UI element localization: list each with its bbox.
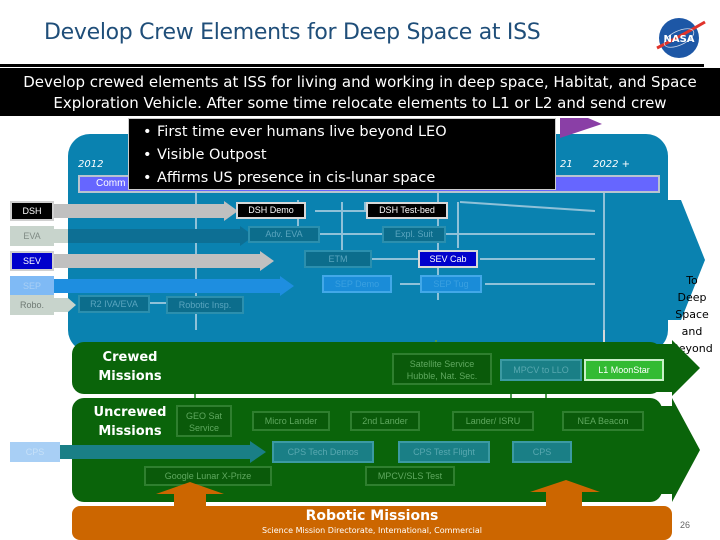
box-sep-demo: SEP Demo bbox=[322, 275, 392, 293]
box-r2-iva-eva: R2 IVA/EVA bbox=[78, 295, 150, 313]
up-arrow-orange-left-icon bbox=[156, 482, 224, 508]
sep-arrow-icon bbox=[54, 276, 294, 296]
page-number: 26 bbox=[680, 520, 691, 530]
satellite-service-line-2: Hubble, Nat. Sec. bbox=[406, 371, 478, 381]
box-robotic-insp: Robotic Insp. bbox=[166, 296, 244, 314]
box-cps-test-flight: CPS Test Flight bbox=[398, 441, 490, 463]
box-cps-tech-demos: CPS Tech Demos bbox=[272, 441, 374, 463]
dsh-arrow-icon bbox=[54, 201, 238, 221]
box-mpcv-sls-test: MPCV/SLS Test bbox=[365, 466, 455, 486]
box-satellite-service: Satellite Service Hubble, Nat. Sec. bbox=[392, 353, 492, 385]
crewed-label-line-1: Crewed bbox=[102, 350, 158, 365]
crewed-missions-label: Crewed Missions bbox=[80, 348, 180, 386]
uncrewed-label-line-1: Uncrewed bbox=[93, 405, 167, 420]
sev-arrow-icon bbox=[54, 251, 274, 271]
box-geo-sat-service: GEO Sat Service bbox=[176, 405, 232, 437]
box-dsh-demo: DSH Demo bbox=[236, 202, 306, 219]
eva-arrow-icon bbox=[54, 226, 254, 246]
up-arrow-orange-right-icon bbox=[530, 480, 600, 508]
callout-bullet-3: Affirms US presence in cis-lunar space bbox=[143, 167, 555, 190]
uncrewed-label-line-2: Missions bbox=[98, 424, 162, 439]
cps-arrow-icon bbox=[60, 441, 266, 463]
row-label-cps: CPS bbox=[10, 442, 60, 462]
satellite-service-line-1: Satellite Service bbox=[409, 359, 475, 369]
uncrewed-forward-arrow-icon bbox=[656, 398, 700, 502]
crewed-label-line-2: Missions bbox=[98, 369, 162, 384]
row-label-eva: EVA bbox=[10, 226, 54, 246]
box-etm: ETM bbox=[304, 250, 372, 268]
benefits-callout: First time ever humans live beyond LEO V… bbox=[128, 118, 556, 190]
row-label-sev: SEV bbox=[10, 251, 54, 271]
box-l1-moonstar: L1 MoonStar bbox=[584, 359, 664, 381]
callout-bullet-2: Visible Outpost bbox=[143, 144, 555, 167]
deep-space-line-1: To bbox=[686, 274, 698, 287]
box-sep-tug: SEP Tug bbox=[420, 275, 482, 293]
box-expl-suit: Expl. Suit bbox=[382, 226, 446, 243]
uncrewed-missions-label: Uncrewed Missions bbox=[80, 403, 180, 441]
row-label-sep: SEP bbox=[10, 276, 54, 296]
geo-sat-line-1: GEO Sat bbox=[185, 411, 222, 421]
box-lander-isru: Lander/ ISRU bbox=[452, 411, 534, 431]
deep-space-line-4: and bbox=[681, 325, 703, 338]
box-mpcv-to-llo: MPCV to LLO bbox=[500, 359, 582, 381]
box-micro-lander: Micro Lander bbox=[252, 411, 330, 431]
box-nea-beacon: NEA Beacon bbox=[562, 411, 644, 431]
row-label-robo: Robo. bbox=[10, 295, 54, 315]
box-cps: CPS bbox=[512, 441, 572, 463]
callout-bullet-1: First time ever humans live beyond LEO bbox=[143, 121, 555, 144]
geo-sat-line-2: Service bbox=[188, 423, 219, 433]
box-sev-cab: SEV Cab bbox=[418, 250, 478, 268]
box-second-lander: 2nd Lander bbox=[350, 411, 420, 431]
robo-arrow-icon bbox=[54, 298, 76, 312]
box-dsh-testbed: DSH Test-bed bbox=[366, 202, 448, 219]
robotic-missions-subtitle: Science Mission Directorate, Internation… bbox=[262, 526, 482, 535]
box-adv-eva: Adv. EVA bbox=[248, 226, 320, 243]
deep-space-line-2: Deep bbox=[677, 291, 707, 304]
robotic-missions-title: Robotic Missions bbox=[305, 508, 439, 524]
row-label-dsh: DSH bbox=[10, 201, 54, 221]
deep-space-line-3: Space bbox=[675, 308, 709, 321]
